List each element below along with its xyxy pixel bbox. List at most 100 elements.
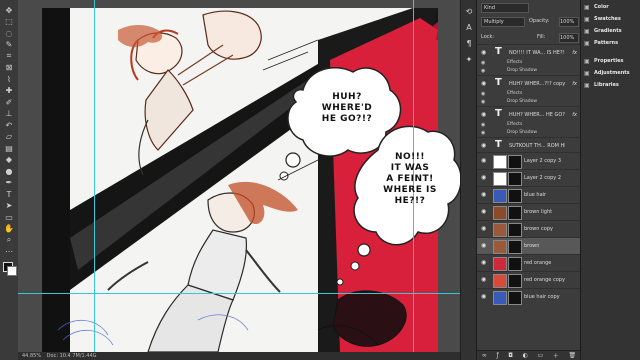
- layer-thumbnail[interactable]: [493, 274, 507, 288]
- layer-thumbnail[interactable]: [493, 206, 507, 220]
- history-brush-icon[interactable]: ↶: [3, 119, 15, 131]
- layer-effect-row[interactable]: ◉ Drop Shadow: [477, 67, 581, 75]
- layer-thumbnail[interactable]: [493, 189, 507, 203]
- layer-mask-thumbnail[interactable]: [508, 206, 522, 220]
- layer-row[interactable]: ◉ brown copy: [477, 220, 581, 238]
- layer-row[interactable]: ◉ red orange: [477, 254, 581, 272]
- new-layer-icon[interactable]: ＋: [553, 351, 559, 360]
- layer-mask-thumbnail[interactable]: [508, 172, 522, 186]
- layer-thumbnail[interactable]: [493, 172, 507, 186]
- character-icon[interactable]: A: [464, 22, 474, 32]
- eraser-icon[interactable]: ▱: [3, 131, 15, 143]
- marquee-icon[interactable]: ⬚: [3, 16, 15, 28]
- quick-select-icon[interactable]: ✎: [3, 39, 15, 51]
- fx-badge[interactable]: fx: [572, 50, 577, 56]
- layer-thumbnail[interactable]: [493, 240, 507, 254]
- lasso-icon[interactable]: ◌: [3, 27, 15, 39]
- horizontal-guide[interactable]: [18, 293, 460, 294]
- gradient-icon[interactable]: ▤: [3, 142, 15, 154]
- vertical-guide-left[interactable]: [94, 0, 95, 352]
- pen-icon[interactable]: ✒: [3, 177, 15, 189]
- layer-mask-thumbnail[interactable]: [508, 223, 522, 237]
- eye-icon[interactable]: ◉: [481, 293, 486, 300]
- eye-icon[interactable]: ◉: [481, 259, 486, 266]
- properties-icon[interactable]: ▣: [584, 58, 591, 65]
- hand-icon[interactable]: ✋: [3, 223, 15, 235]
- libraries-icon[interactable]: ▣: [584, 82, 591, 89]
- layer-thumbnail[interactable]: [493, 257, 507, 271]
- eye-icon[interactable]: ◉: [481, 99, 485, 105]
- trash-icon[interactable]: 🗑: [568, 352, 576, 359]
- eye-icon[interactable]: ◉: [481, 157, 486, 164]
- new-group-icon[interactable]: ▭: [538, 352, 544, 359]
- background-color-swatch[interactable]: [7, 266, 17, 276]
- layer-thumbnail[interactable]: [493, 291, 507, 305]
- clone-stamp-icon[interactable]: ⊥: [3, 108, 15, 120]
- paragraph-icon[interactable]: ¶: [464, 38, 474, 48]
- gradients-icon[interactable]: ▣: [584, 28, 591, 35]
- eye-icon[interactable]: ◉: [481, 276, 486, 283]
- dodge-icon[interactable]: ●: [3, 165, 15, 177]
- history-icon[interactable]: ⟲: [464, 6, 474, 16]
- layer-mask-thumbnail[interactable]: [508, 291, 522, 305]
- layer-mask-thumbnail[interactable]: [508, 257, 522, 271]
- layer-row[interactable]: ◉ red orange copy: [477, 271, 581, 289]
- panel-tab-color[interactable]: Color: [594, 4, 609, 10]
- panel-tab-libraries[interactable]: Libraries: [594, 82, 619, 88]
- blend-mode-select[interactable]: Multiply: [481, 17, 525, 27]
- layer-thumbnail[interactable]: [493, 155, 507, 169]
- zoom-icon[interactable]: ⌕: [3, 234, 15, 246]
- panel-tab-properties[interactable]: Properties: [594, 58, 623, 64]
- eye-icon[interactable]: ◉: [481, 242, 486, 249]
- document-canvas[interactable]: HUH? WHERE'D HE GO?!? NO!!! IT WAS A FEI…: [18, 0, 460, 352]
- eyedropper-icon[interactable]: ⌇: [3, 73, 15, 85]
- eye-icon[interactable]: ◉: [481, 91, 485, 97]
- tool-presets-icon[interactable]: ✦: [464, 54, 474, 64]
- eye-icon[interactable]: ◉: [481, 130, 485, 136]
- frame-icon[interactable]: ⊠: [3, 62, 15, 74]
- fx-badge[interactable]: fx: [572, 112, 577, 118]
- eye-icon[interactable]: ◉: [481, 142, 486, 149]
- link-layers-icon[interactable]: ∞: [482, 352, 487, 359]
- rectangle-icon[interactable]: ▭: [3, 211, 15, 223]
- layer-filter-select[interactable]: Kind: [481, 3, 529, 13]
- layer-row[interactable]: ◉ Layer 2 copy 3: [477, 152, 581, 170]
- fill-input[interactable]: 100%: [559, 33, 579, 43]
- layer-mask-thumbnail[interactable]: [508, 240, 522, 254]
- brush-icon[interactable]: ✐: [3, 96, 15, 108]
- fx-badge[interactable]: fx: [572, 81, 577, 87]
- move-icon[interactable]: ✥: [3, 4, 15, 16]
- layer-row[interactable]: ◉ Layer 2 copy 2: [477, 169, 581, 187]
- eye-icon[interactable]: ◉: [481, 225, 486, 232]
- layer-effect-row[interactable]: ◉ Drop Shadow: [477, 129, 581, 137]
- healing-icon[interactable]: ✚: [3, 85, 15, 97]
- crop-icon[interactable]: ⌗: [3, 50, 15, 62]
- eye-icon[interactable]: ◉: [481, 68, 485, 74]
- layer-thumbnail[interactable]: [493, 223, 507, 237]
- layer-row[interactable]: ◉ brown light: [477, 203, 581, 221]
- path-select-icon[interactable]: ➤: [3, 200, 15, 212]
- layer-row[interactable]: ◉ blue hair copy: [477, 288, 581, 306]
- layer-effect-row[interactable]: ◉ Effects: [477, 90, 581, 98]
- more-tools-icon[interactable]: ⋯: [3, 246, 15, 258]
- eye-icon[interactable]: ◉: [481, 49, 486, 56]
- panel-tab-gradients[interactable]: Gradients: [594, 28, 622, 34]
- panel-tab-adjustments[interactable]: Adjustments: [594, 70, 630, 76]
- add-mask-icon[interactable]: ◘: [508, 352, 513, 359]
- eye-icon[interactable]: ◉: [481, 208, 486, 215]
- eye-icon[interactable]: ◉: [481, 60, 485, 66]
- type-icon[interactable]: T: [3, 188, 15, 200]
- layer-mask-thumbnail[interactable]: [508, 189, 522, 203]
- panel-tab-patterns[interactable]: Patterns: [594, 40, 618, 46]
- adjustment-icon[interactable]: ◐: [523, 352, 528, 359]
- layer-mask-thumbnail[interactable]: [508, 274, 522, 288]
- eye-icon[interactable]: ◉: [481, 122, 485, 128]
- layer-effect-row[interactable]: ◉ Effects: [477, 59, 581, 67]
- patterns-icon[interactable]: ▣: [584, 40, 591, 47]
- zoom-level[interactable]: 44.85%: [22, 353, 41, 359]
- eye-icon[interactable]: ◉: [481, 174, 486, 181]
- eye-icon[interactable]: ◉: [481, 191, 486, 198]
- layer-row[interactable]: ◉ brown: [477, 237, 581, 255]
- eye-icon[interactable]: ◉: [481, 111, 486, 118]
- eye-icon[interactable]: ◉: [481, 80, 486, 87]
